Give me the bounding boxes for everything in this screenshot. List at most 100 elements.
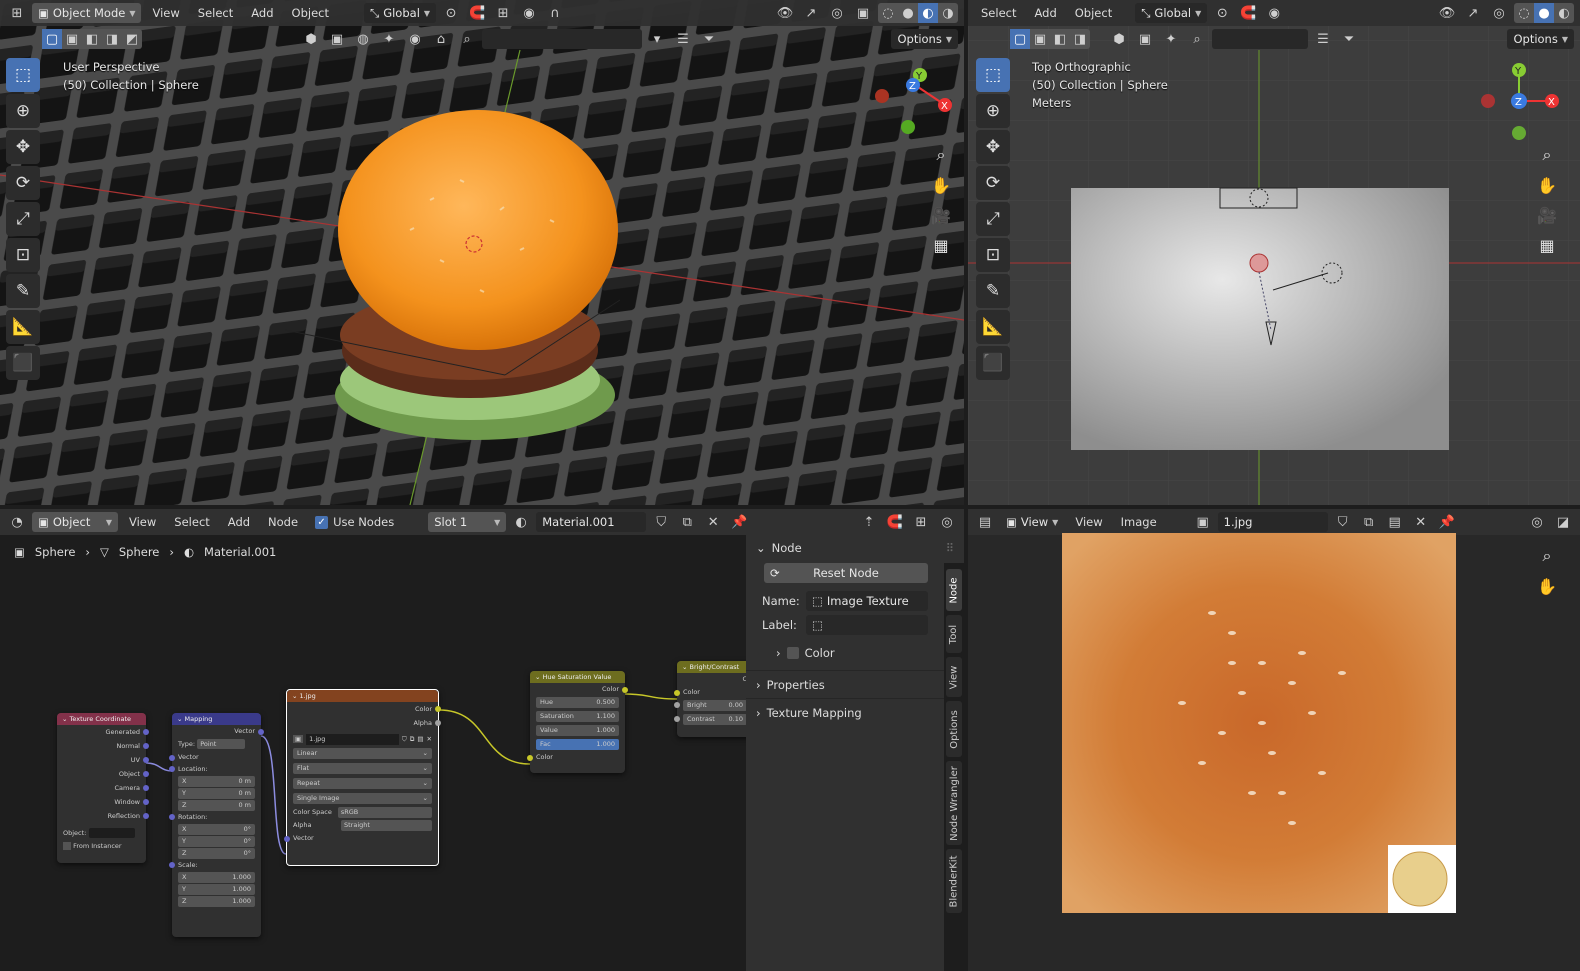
select-extend-icon[interactable]: ▣: [1030, 29, 1050, 49]
tab-options[interactable]: Options: [946, 701, 962, 757]
annotate-tool-icon[interactable]: ✎: [976, 274, 1010, 308]
socket-vector-in[interactable]: Vector: [169, 751, 261, 764]
scale-x-field[interactable]: X 1.000: [178, 872, 255, 883]
select-new-icon[interactable]: ▢: [42, 29, 62, 49]
search-icon[interactable]: ⌕: [456, 29, 478, 49]
options-dropdown[interactable]: Options ▼: [891, 29, 958, 49]
interpolation-dropdown[interactable]: Linear ⌄: [293, 748, 432, 759]
node-hue-saturation-value[interactable]: ⌄ Hue Saturation Value Color Hue 0.500 Sa…: [527, 671, 628, 773]
visibility-icon[interactable]: 👁: [1436, 3, 1458, 23]
name-field[interactable]: ⬚ Image Texture: [806, 590, 928, 611]
texture-mapping-panel-header[interactable]: ›Texture Mapping⠿: [746, 699, 964, 726]
contrast-field[interactable]: Contrast 0.10: [674, 714, 747, 725]
scale-y-field[interactable]: Y 1.000: [178, 884, 255, 895]
pan-hand-icon[interactable]: ✋: [1534, 172, 1560, 198]
snap-icon[interactable]: 🧲: [1237, 3, 1259, 23]
socket-camera[interactable]: Camera: [57, 781, 149, 795]
input-socket[interactable]: [169, 754, 175, 761]
wireframe-shading-icon[interactable]: ◌: [878, 3, 898, 23]
list-icon[interactable]: ☰: [1312, 29, 1334, 49]
ortho-grid-icon[interactable]: ▦: [928, 232, 954, 258]
output-socket[interactable]: [435, 705, 441, 712]
editor-type-icon[interactable]: ⊞: [6, 3, 28, 23]
output-socket[interactable]: [143, 784, 149, 791]
fake-user-shield-icon[interactable]: ⛉: [1332, 512, 1354, 532]
scale-tool-icon[interactable]: ⤢: [976, 202, 1010, 236]
pin-icon[interactable]: 📌: [1436, 512, 1458, 532]
select-invert-icon[interactable]: ◨: [102, 29, 122, 49]
cursor-tool-icon[interactable]: ⊕: [6, 94, 40, 128]
camera-view-icon[interactable]: 🎥: [1534, 202, 1560, 228]
transform-orientation-dropdown[interactable]: ⤡ Global ▼: [1135, 3, 1208, 23]
tab-view[interactable]: View: [946, 657, 962, 697]
input-socket[interactable]: [674, 702, 680, 708]
close-icon[interactable]: ✕: [427, 735, 432, 743]
input-socket[interactable]: [674, 689, 680, 696]
menu-add[interactable]: Add: [244, 6, 280, 20]
menu-select[interactable]: Select: [974, 6, 1023, 20]
transform-tool-icon[interactable]: ⊡: [6, 238, 40, 272]
list-icon[interactable]: ☰: [672, 29, 694, 49]
editor-type-icon[interactable]: ▤: [974, 512, 996, 532]
light-filter-icon[interactable]: ✦: [1160, 29, 1182, 49]
menu-object[interactable]: Object: [285, 6, 336, 20]
overlay-icon[interactable]: ◎: [826, 3, 848, 23]
camera-filter-icon[interactable]: ◉: [404, 29, 426, 49]
socket-uv[interactable]: UV: [57, 753, 149, 767]
xray-icon[interactable]: ▣: [852, 3, 874, 23]
reset-node-button[interactable]: ⟳ Reset Node: [764, 563, 928, 583]
alpha-dropdown[interactable]: Straight: [341, 820, 432, 831]
tab-blenderkit[interactable]: BlenderKit: [946, 849, 962, 913]
socket-window[interactable]: Window: [57, 795, 149, 809]
menu-select[interactable]: Select: [191, 6, 240, 20]
overlay-icon[interactable]: ◎: [936, 512, 958, 532]
light-filter-icon[interactable]: ✦: [378, 29, 400, 49]
transform-tool-icon[interactable]: ⊡: [976, 238, 1010, 272]
filter-options-icon[interactable]: ▾: [646, 29, 668, 49]
mode-dropdown[interactable]: ▣ Object Mode ▼: [32, 3, 142, 23]
gizmo-icon[interactable]: ↗: [800, 3, 822, 23]
select-subtract-icon[interactable]: ◧: [1050, 29, 1070, 49]
other-filter-icon[interactable]: ⌂: [430, 29, 452, 49]
location-z-field[interactable]: Z 0 m: [178, 800, 255, 811]
zoom-icon[interactable]: ⌕: [928, 142, 954, 168]
socket-vector-in[interactable]: Vector: [284, 832, 438, 845]
tab-node-wrangler[interactable]: Node Wrangler: [946, 761, 962, 845]
rotation-x-field[interactable]: X 0°: [178, 824, 255, 835]
socket-vector-out[interactable]: Vector: [172, 725, 264, 738]
visibility-icon[interactable]: 👁: [774, 3, 796, 23]
color-subpanel[interactable]: ›Color☰: [746, 636, 964, 670]
select-subtract-icon[interactable]: ◧: [82, 29, 102, 49]
image-selector[interactable]: ▣ 1.jpg ⛉ ⧉ ▤ ✕: [293, 733, 432, 745]
search-input[interactable]: [1212, 29, 1308, 49]
menu-view[interactable]: View: [1068, 515, 1109, 529]
value-field[interactable]: Value 1.000: [536, 725, 619, 736]
overlay-icon[interactable]: ◎: [1526, 512, 1548, 532]
projection-dropdown[interactable]: Flat ⌄: [293, 763, 432, 774]
output-socket[interactable]: [143, 812, 149, 819]
folder-icon[interactable]: ▤: [1384, 512, 1406, 532]
socket-normal[interactable]: Normal: [57, 739, 149, 753]
source-dropdown[interactable]: Single Image ⌄: [293, 793, 432, 804]
menu-view[interactable]: View: [145, 6, 186, 20]
add-cube-tool-icon[interactable]: ⬛: [6, 346, 40, 380]
rotation-z-field[interactable]: Z 0°: [178, 848, 255, 859]
mesh-filter-icon[interactable]: ▣: [326, 29, 348, 49]
overlay-icon[interactable]: ◎: [1488, 3, 1510, 23]
menu-image[interactable]: Image: [1114, 515, 1164, 529]
menu-add[interactable]: Add: [1027, 6, 1063, 20]
navigation-gizmo[interactable]: X Y Z: [1474, 58, 1564, 148]
output-socket[interactable]: [143, 742, 149, 749]
measure-tool-icon[interactable]: 📐: [976, 310, 1010, 344]
snap-target-icon[interactable]: ⊞: [492, 3, 514, 23]
solid-shading-icon[interactable]: ●: [898, 3, 918, 23]
menu-object[interactable]: Object: [1068, 6, 1119, 20]
socket-color-in[interactable]: Color: [527, 751, 625, 764]
shield-icon[interactable]: ⛉: [402, 735, 407, 744]
image-name-field[interactable]: 1.jpg: [306, 733, 399, 745]
hue-field[interactable]: Hue 0.500: [536, 697, 619, 708]
material-shading-icon[interactable]: ◐: [1554, 3, 1574, 23]
pan-hand-icon[interactable]: ✋: [928, 172, 954, 198]
rendered-shading-icon[interactable]: ◑: [938, 3, 958, 23]
socket-reflection[interactable]: Reflection: [57, 809, 149, 823]
